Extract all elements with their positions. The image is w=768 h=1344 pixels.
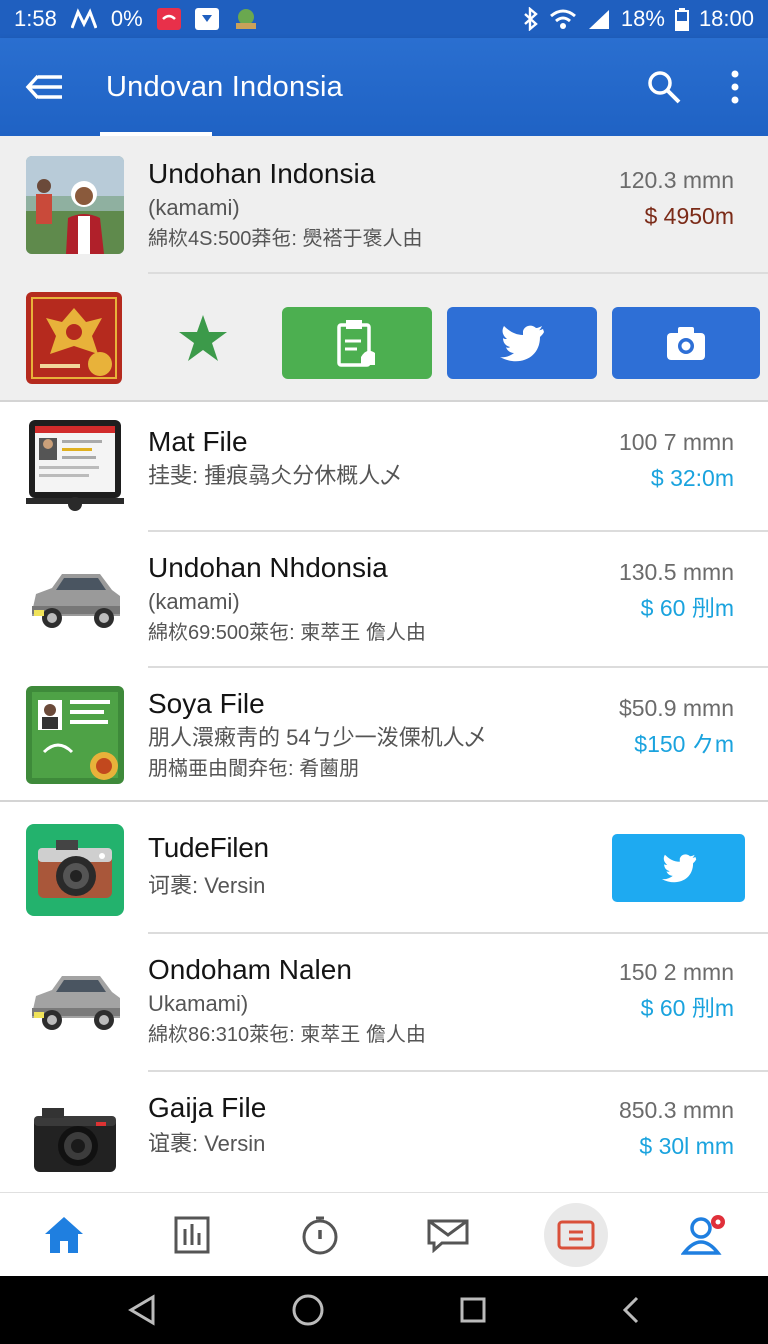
battery-icon bbox=[674, 7, 689, 31]
back-arrow-icon[interactable] bbox=[24, 71, 64, 103]
item-subtitle: 朋人澴瘷靑的 54ㄅ少一泼傈机人乄 bbox=[148, 725, 487, 750]
item-title: Soya File bbox=[148, 688, 265, 719]
list-item[interactable]: TudeFilen 诃裹: Versin bbox=[0, 802, 768, 932]
item-price: $ 4950m bbox=[644, 203, 734, 229]
list-item[interactable]: Soya File 朋人澴瘷靑的 54ㄅ少一泼傈机人乄 朋樠亜由閬㚏㐌: 肴蔨朋… bbox=[0, 668, 768, 800]
battery-percent: 18% bbox=[620, 6, 665, 31]
item-thumbnail bbox=[26, 824, 124, 916]
camera-icon bbox=[665, 324, 707, 362]
status-extra-left: 0% bbox=[110, 6, 143, 31]
item-price: $150 𠂊m bbox=[634, 731, 734, 757]
item-size: 150 2 mmn bbox=[618, 959, 734, 985]
wifi-icon bbox=[549, 8, 577, 30]
item-thumbnail bbox=[26, 550, 124, 648]
item-subtitle: Ukamami) bbox=[148, 991, 249, 1016]
item-size: $50.9 mmn bbox=[618, 695, 734, 721]
network-activity-icon bbox=[70, 8, 97, 30]
bottom-navigation bbox=[0, 1192, 768, 1276]
item-subtitle: 谊裹: Versin bbox=[148, 1131, 266, 1156]
twitter-share-button[interactable] bbox=[612, 834, 745, 902]
list-item[interactable]: Undohan Nhdonsia (kamami) 綿栨69:500萊㐌: 柬萃… bbox=[0, 532, 768, 666]
clock-icon bbox=[300, 1214, 340, 1256]
item-description: 綿栨69:500萊㐌: 柬萃王 儋人由 bbox=[148, 622, 426, 644]
nav-stats[interactable] bbox=[160, 1203, 224, 1267]
nav-profile[interactable] bbox=[672, 1203, 736, 1267]
status-bar: 1:58 0% 18% 18:00 bbox=[0, 0, 768, 38]
back-nav-icon[interactable] bbox=[127, 1294, 157, 1326]
twitter-icon bbox=[499, 324, 545, 362]
divider bbox=[148, 272, 768, 274]
notification-photo-icon bbox=[233, 7, 259, 31]
item-size: 850.3 mmn bbox=[618, 1097, 734, 1123]
clipboard-icon bbox=[335, 317, 379, 369]
item-description: 綿栨86:310萊㐌: 柬萃王 儋人由 bbox=[148, 1024, 426, 1046]
list-item[interactable]: Undohan Indonsia (kamami) 綿栨4S:500莽㐌: 爂褡… bbox=[0, 136, 768, 272]
list-item[interactable]: Gaija File 谊裹: Versin 850.3 mmn $ 30l mm bbox=[0, 1072, 768, 1192]
home-icon bbox=[43, 1215, 85, 1255]
item-price: $ 30l mm bbox=[639, 1133, 734, 1159]
item-subtitle: (kamami) bbox=[148, 195, 240, 220]
document-icon bbox=[556, 1219, 596, 1251]
twitter-icon bbox=[661, 853, 697, 883]
item-title: Undohan Nhdonsia bbox=[148, 552, 388, 583]
item-size: 100 7 mmn bbox=[618, 429, 734, 455]
item-title: TudeFilen bbox=[148, 832, 269, 863]
item-thumbnail bbox=[26, 952, 124, 1050]
item-title: Ondoham Nalen bbox=[148, 954, 352, 985]
home-nav-icon[interactable] bbox=[291, 1293, 325, 1327]
search-icon[interactable] bbox=[646, 69, 682, 105]
collapse-nav-icon[interactable] bbox=[621, 1295, 641, 1325]
item-description: 綿栨4S:500莽㐌: 爂褡于褒人由 bbox=[148, 228, 423, 250]
item-description: 朋樠亜由閬㚏㐌: 肴蔨朋 bbox=[148, 758, 360, 780]
twitter-share-button[interactable] bbox=[447, 307, 597, 379]
item-subtitle: (kamami) bbox=[148, 589, 240, 614]
item-title: Mat File bbox=[148, 426, 248, 457]
item-thumbnail bbox=[26, 686, 124, 784]
nav-documents[interactable] bbox=[544, 1202, 608, 1267]
signal-icon bbox=[587, 8, 611, 30]
app-bar: Undovan Indonsia bbox=[0, 38, 768, 136]
item-thumbnail bbox=[26, 156, 124, 254]
item-subtitle: 挂斐: 揰痕骉仌分休概人乄 bbox=[148, 463, 403, 488]
camera-button[interactable] bbox=[612, 307, 760, 379]
item-price: $ 60 刐m bbox=[640, 595, 734, 621]
profile-icon bbox=[681, 1214, 727, 1256]
item-size: 130.5 mmn bbox=[618, 559, 734, 585]
page-title: Undovan Indonsia bbox=[106, 70, 343, 103]
emblem-thumbnail bbox=[26, 292, 122, 384]
item-subtitle: 诃裹: Versin bbox=[148, 873, 266, 898]
status-time-left: 1:58 bbox=[14, 6, 57, 31]
status-time-right: 18:00 bbox=[698, 6, 754, 31]
item-thumbnail bbox=[26, 1092, 124, 1190]
recents-nav-icon[interactable] bbox=[459, 1296, 487, 1324]
mail-icon bbox=[426, 1217, 470, 1253]
item-title: Gaija File bbox=[148, 1092, 267, 1123]
item-price: $ 32:0m bbox=[650, 465, 734, 491]
item-thumbnail bbox=[26, 416, 124, 514]
more-vert-icon[interactable] bbox=[730, 70, 740, 104]
chart-icon bbox=[173, 1215, 211, 1255]
list-item[interactable]: Mat File 挂斐: 揰痕骉仌分休概人乄 100 7 mmn $ 32:0m bbox=[0, 402, 768, 532]
system-navigation-bar bbox=[0, 1276, 768, 1344]
clipboard-button[interactable] bbox=[282, 307, 432, 379]
item-price: $ 60 刐m bbox=[640, 995, 734, 1021]
nav-messages[interactable] bbox=[416, 1203, 480, 1267]
item-title: Undohan Indonsia bbox=[148, 158, 376, 189]
nav-history[interactable] bbox=[288, 1203, 352, 1267]
star-icon[interactable] bbox=[176, 312, 230, 366]
bluetooth-icon bbox=[523, 7, 539, 31]
nav-home[interactable] bbox=[32, 1203, 96, 1267]
file-list: Undohan Indonsia (kamami) 綿栨4S:500莽㐌: 爂褡… bbox=[0, 136, 768, 1192]
notification-app-icon bbox=[156, 8, 181, 30]
item-size: 120.3 mmn bbox=[618, 167, 734, 193]
notification-download-icon bbox=[194, 8, 219, 30]
list-item[interactable]: Ondoham Nalen Ukamami) 綿栨86:310萊㐌: 柬萃王 儋… bbox=[0, 934, 768, 1068]
